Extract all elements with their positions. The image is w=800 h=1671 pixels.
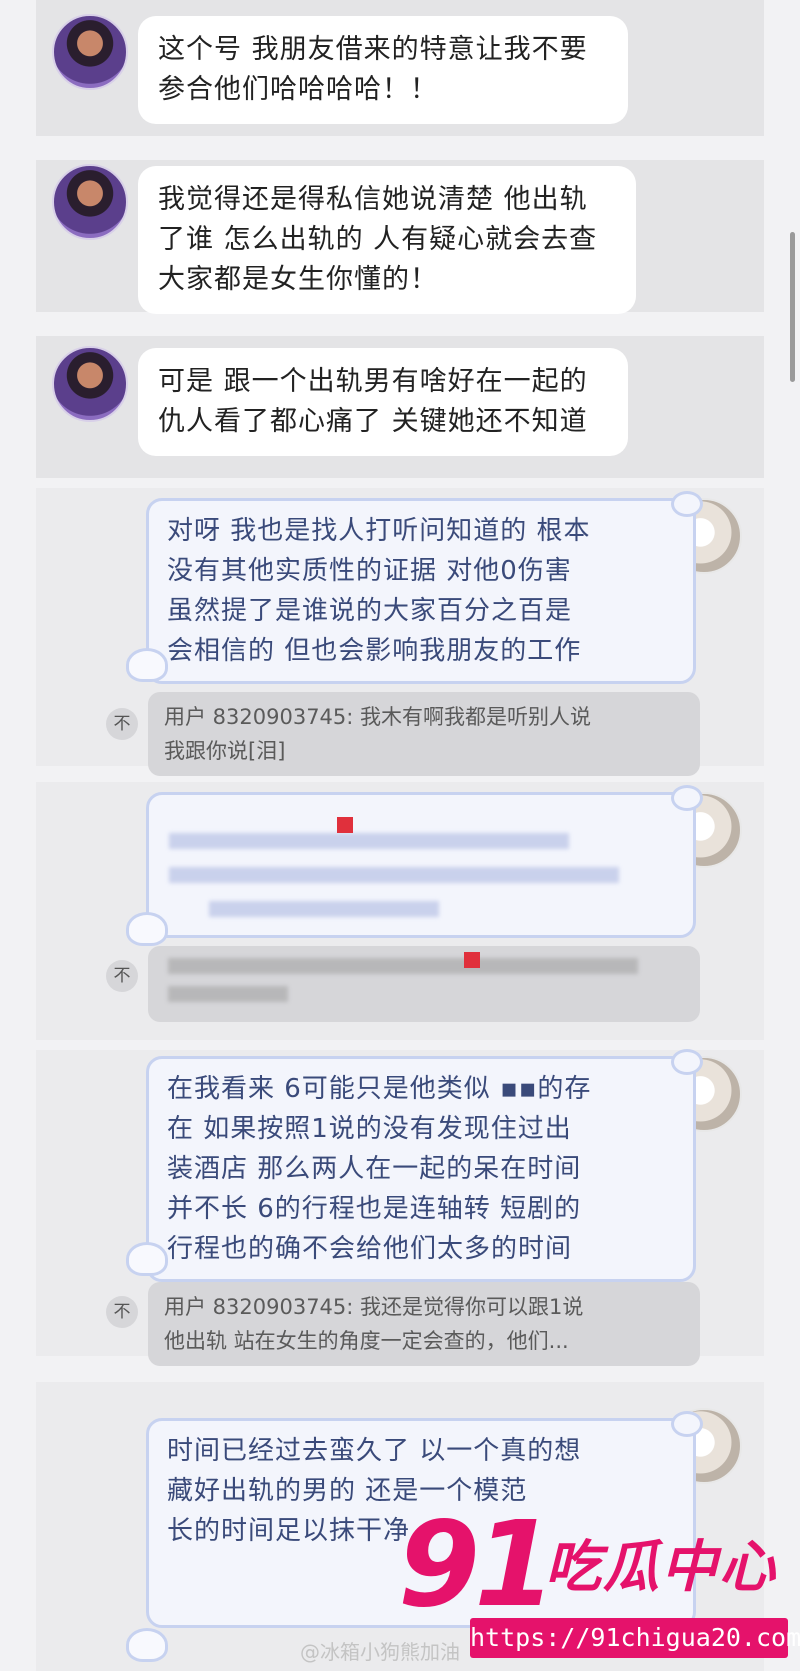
weibo-watermark: @冰箱小狗熊加油 xyxy=(300,1640,460,1664)
site-logo-number: 91 xyxy=(398,1495,556,1633)
bubble-decoration-icon xyxy=(126,912,168,946)
message-bubble[interactable]: 我觉得还是得私信她说清楚 他出轨 了谁 怎么出轨的 人有疑心就会去查 大家都是女… xyxy=(138,166,636,314)
bubble-decoration-icon xyxy=(126,1242,168,1276)
sender-avatar[interactable] xyxy=(52,164,128,240)
reply-text: 在我看来 6可能只是他类似 ▪▪的存 xyxy=(167,1074,592,1104)
reply-text: 没有其他实质性的证据 对他0伤害 xyxy=(167,556,572,586)
quote-icon: 不 xyxy=(106,708,138,740)
site-logo-text: 吃瓜中心 xyxy=(545,1535,777,1600)
reply-text: 并不长 6的行程也是连轴转 短剧的 xyxy=(167,1194,582,1224)
message-text: 大家都是女生你懂的！ xyxy=(158,264,438,295)
message-bubble[interactable]: 可是 跟一个出轨男有啥好在一起的 仇人看了都心痛了 关键她还不知道 xyxy=(138,348,628,456)
redacted-text xyxy=(169,833,569,849)
reply-bubble-redacted[interactable] xyxy=(146,785,703,938)
reply-text: 行程也的确不会给他们太多的时间 xyxy=(167,1234,573,1264)
message-text: 可是 跟一个出轨男有啥好在一起的 xyxy=(158,366,588,397)
redacted-text xyxy=(168,986,288,1002)
reply-text: 时间已经过去蛮久了 以一个真的想 xyxy=(167,1436,582,1466)
quoted-message[interactable]: 用户 8320903745: 我还是觉得你可以跟1说 他出轨 站在女生的角度一定… xyxy=(148,1282,700,1366)
quoted-message-redacted[interactable] xyxy=(148,946,700,1022)
redacted-text xyxy=(169,867,619,883)
redacted-mark xyxy=(337,817,353,833)
reply-text: 虽然提了是谁说的大家百分之百是 xyxy=(167,596,573,626)
quoted-text: 用户 8320903745: 我还是觉得你可以跟1说 xyxy=(164,1295,584,1319)
redacted-text xyxy=(168,958,638,974)
scrollbar[interactable] xyxy=(790,232,795,382)
bubble-decoration-icon xyxy=(126,648,168,682)
quoted-text: 我跟你说[泪] xyxy=(164,739,286,763)
bubble-decoration-icon xyxy=(126,1628,168,1662)
message-text: 参合他们哈哈哈哈！！ xyxy=(158,74,438,105)
message-text: 这个号 我朋友借来的特意让我不要 xyxy=(158,34,588,65)
quote-icon: 不 xyxy=(106,960,138,992)
reply-bubble[interactable]: 在我看来 6可能只是他类似 ▪▪的存 在 如果按照1说的没有发现住过出 装酒店 … xyxy=(146,1049,703,1282)
sender-avatar[interactable] xyxy=(52,14,128,90)
site-url: https://91chigua20.com xyxy=(470,1618,800,1658)
redacted-text xyxy=(209,901,439,917)
quoted-message[interactable]: 用户 8320903745: 我木有啊我都是听别人说 我跟你说[泪] xyxy=(148,692,700,776)
message-text: 了谁 怎么出轨的 人有疑心就会去查 xyxy=(158,224,598,255)
quoted-text: 用户 8320903745: 我木有啊我都是听别人说 xyxy=(164,705,592,729)
message-text: 仇人看了都心痛了 关键她还不知道 xyxy=(158,406,588,437)
reply-text: 在 如果按照1说的没有发现住过出 xyxy=(167,1114,572,1144)
redacted-mark xyxy=(464,952,480,968)
quoted-text: 他出轨 站在女生的角度一定会查的，他们... xyxy=(164,1329,569,1353)
reply-bubble[interactable]: 对呀 我也是找人打听问知道的 根本 没有其他实质性的证据 对他0伤害 虽然提了是… xyxy=(146,491,703,684)
message-text: 我觉得还是得私信她说清楚 他出轨 xyxy=(158,184,588,215)
reply-text: 装酒店 那么两人在一起的呆在时间 xyxy=(167,1154,582,1184)
sender-avatar[interactable] xyxy=(52,346,128,422)
quote-icon: 不 xyxy=(106,1296,138,1328)
message-bubble[interactable]: 这个号 我朋友借来的特意让我不要 参合他们哈哈哈哈！！ xyxy=(138,16,628,124)
reply-text: 会相信的 但也会影响我朋友的工作 xyxy=(167,636,582,666)
reply-text: 对呀 我也是找人打听问知道的 根本 xyxy=(167,516,591,546)
